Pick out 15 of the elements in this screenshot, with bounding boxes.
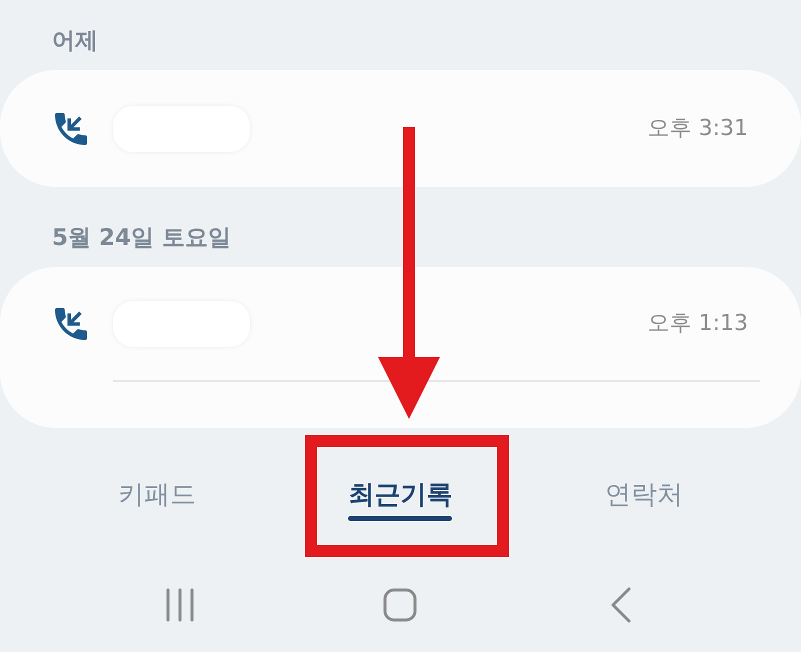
incoming-call-icon bbox=[55, 308, 87, 340]
incoming-call-icon bbox=[55, 112, 87, 144]
back-icon bbox=[610, 587, 632, 623]
recent-apps-icon bbox=[165, 588, 196, 622]
call-log-row[interactable]: 오후 3:31 bbox=[0, 70, 801, 187]
call-time: 오후 3:31 bbox=[648, 114, 748, 142]
tab[interactable]: 최근기록 bbox=[348, 479, 452, 521]
section-heading: 어제 bbox=[51, 27, 99, 56]
tab[interactable]: 키패드 bbox=[118, 479, 196, 511]
home-button[interactable] bbox=[382, 587, 418, 623]
section-heading: 5월 24일 토요일 bbox=[51, 224, 232, 253]
home-icon bbox=[383, 588, 418, 622]
call-time: 오후 1:13 bbox=[648, 310, 748, 338]
call-log-row[interactable]: 오후 1:13 bbox=[0, 267, 801, 380]
tab[interactable]: 연락처 bbox=[605, 479, 684, 511]
